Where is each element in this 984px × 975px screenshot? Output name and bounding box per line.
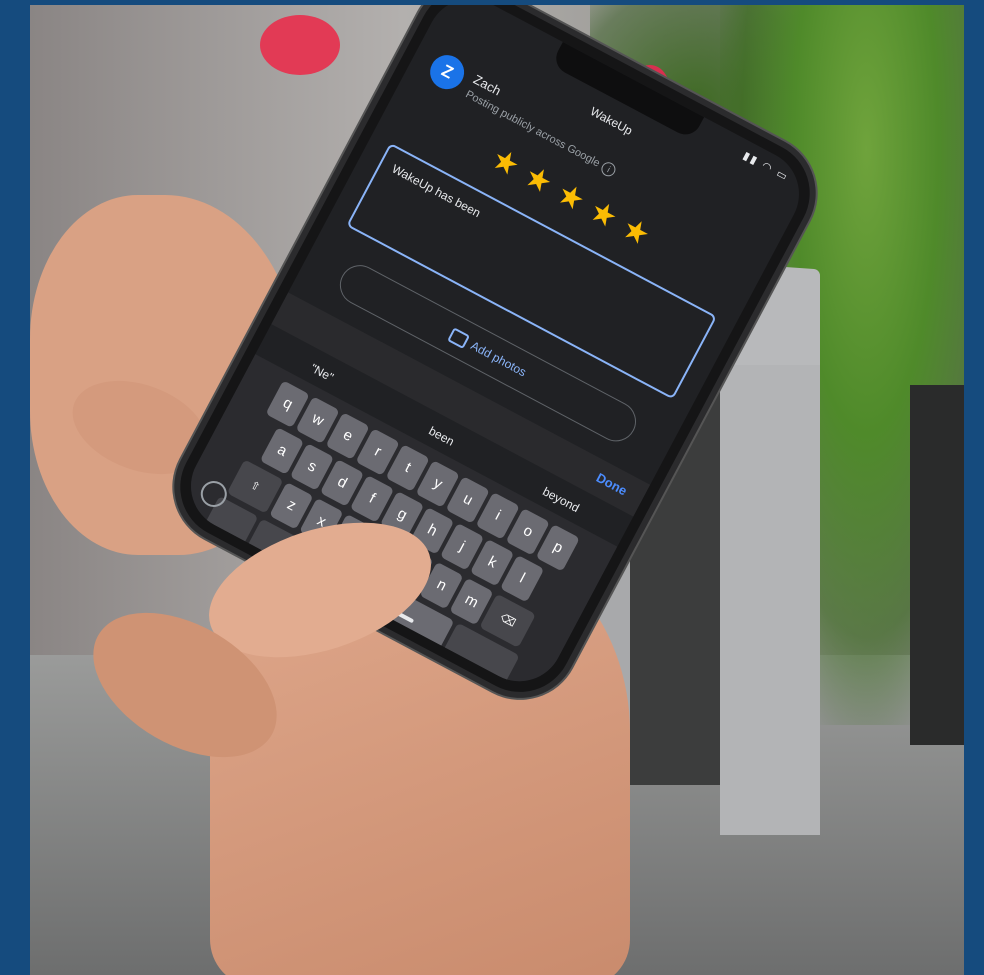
photo: ▮▮ ◠ ▭ WakeUp Z Zach Posting publicly ac…: [30, 5, 964, 975]
star-icon[interactable]: ★: [583, 193, 623, 237]
add-photos-label: Add photos: [468, 338, 529, 380]
star-icon[interactable]: ★: [551, 176, 591, 220]
info-icon[interactable]: i: [599, 159, 619, 179]
camera-icon: [446, 327, 470, 350]
red-flower: [260, 15, 340, 75]
done-button[interactable]: Done: [594, 470, 630, 499]
stool-leg: [720, 365, 820, 835]
star-icon[interactable]: ★: [616, 210, 656, 254]
planter: [910, 385, 964, 745]
avatar: Z: [424, 49, 471, 96]
review-text: WakeUp has been: [389, 161, 483, 221]
star-icon[interactable]: ★: [518, 158, 558, 202]
star-icon[interactable]: ★: [486, 141, 526, 185]
status-icons: ▮▮ ◠ ▭: [740, 149, 791, 184]
